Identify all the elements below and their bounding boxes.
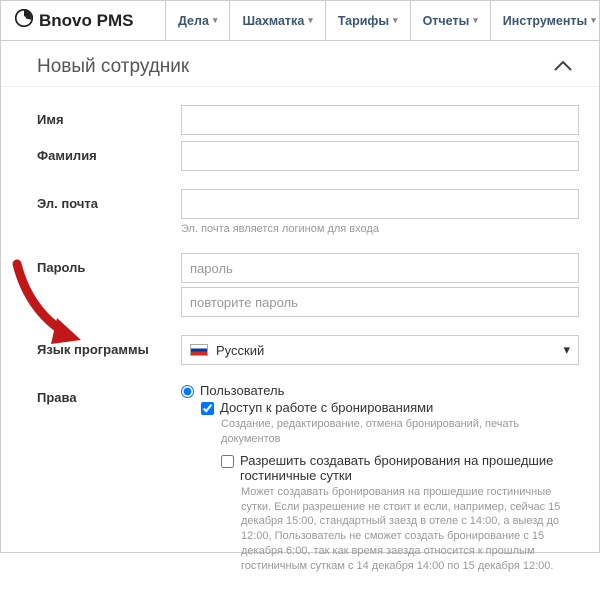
label-surname: Фамилия: [37, 141, 181, 163]
perm-booking-access-label: Доступ к работе с бронированиями: [220, 400, 433, 415]
row-language: Язык программы Русский ▾: [37, 335, 579, 365]
role-user-label: Пользователь: [200, 383, 284, 398]
nav-tariffs[interactable]: Тарифы ▾: [326, 1, 411, 40]
nav-label: Инструменты: [503, 14, 587, 28]
nav-label: Отчеты: [423, 14, 470, 28]
perm-booking-access[interactable]: Доступ к работе с бронированиями: [201, 400, 579, 415]
email-hint: Эл. почта является логином для входа: [181, 223, 579, 235]
chevron-down-icon: ▾: [393, 15, 398, 26]
chevron-down-icon: ▾: [308, 15, 313, 26]
label-password: Пароль: [37, 253, 181, 275]
panel-header: Новый сотрудник: [1, 41, 599, 87]
row-password: Пароль: [37, 253, 579, 317]
password-repeat-input[interactable]: [181, 287, 579, 317]
language-select[interactable]: Русский ▾: [181, 335, 579, 365]
flag-ru-icon: [190, 344, 208, 356]
perm-allow-past-input[interactable]: [221, 455, 234, 468]
surname-input[interactable]: [181, 141, 579, 171]
role-user-radio-input[interactable]: [181, 385, 194, 398]
perm-allow-past-label: Разрешить создавать бронирования на прош…: [240, 453, 579, 483]
nav-label: Шахматка: [242, 14, 304, 28]
perm-booking-access-input[interactable]: [201, 402, 214, 415]
name-input[interactable]: [181, 105, 579, 135]
perm-booking-access-desc: Создание, редактирование, отмена брониро…: [221, 417, 579, 447]
row-name: Имя: [37, 105, 579, 135]
brand-logo: Bnovo PMS: [1, 1, 166, 40]
nav-label: Тарифы: [338, 14, 389, 28]
chevron-down-icon: ▾: [213, 15, 218, 26]
role-user-radio[interactable]: Пользователь: [181, 383, 579, 398]
form-body: Имя Фамилия Эл. почта Эл. почта является…: [1, 87, 599, 596]
brand-icon: [15, 9, 33, 32]
row-email: Эл. почта Эл. почта является логином для…: [37, 189, 579, 235]
rights-block: Пользователь Доступ к работе с бронирова…: [181, 383, 579, 580]
password-input[interactable]: [181, 253, 579, 283]
label-language: Язык программы: [37, 335, 181, 357]
chevron-down-icon: ▾: [591, 15, 596, 26]
email-input[interactable]: [181, 189, 579, 219]
nav-reports[interactable]: Отчеты ▾: [411, 1, 491, 40]
collapse-icon[interactable]: [553, 55, 581, 78]
chevron-down-icon: ▾: [563, 342, 570, 358]
row-rights: Права Пользователь Доступ к работе с бро…: [37, 383, 579, 580]
nav-tools[interactable]: Инструменты ▾: [491, 1, 600, 40]
chevron-down-icon: ▾: [473, 15, 478, 26]
nav-tasks[interactable]: Дела ▾: [166, 1, 230, 40]
row-surname: Фамилия: [37, 141, 579, 171]
label-rights: Права: [37, 383, 181, 405]
brand-text: Bnovo PMS: [39, 11, 133, 31]
nav-label: Дела: [178, 14, 209, 28]
perm-allow-past[interactable]: Разрешить создавать бронирования на прош…: [221, 453, 579, 483]
nav-schedule[interactable]: Шахматка ▾: [230, 1, 325, 40]
language-selected-value: Русский: [216, 343, 264, 358]
top-nav: Bnovo PMS Дела ▾ Шахматка ▾ Тарифы ▾ Отч…: [1, 1, 599, 41]
label-name: Имя: [37, 105, 181, 127]
page-title: Новый сотрудник: [37, 56, 189, 78]
perm-allow-past-desc: Может создавать бронирования на прошедши…: [241, 485, 579, 574]
label-email: Эл. почта: [37, 189, 181, 211]
